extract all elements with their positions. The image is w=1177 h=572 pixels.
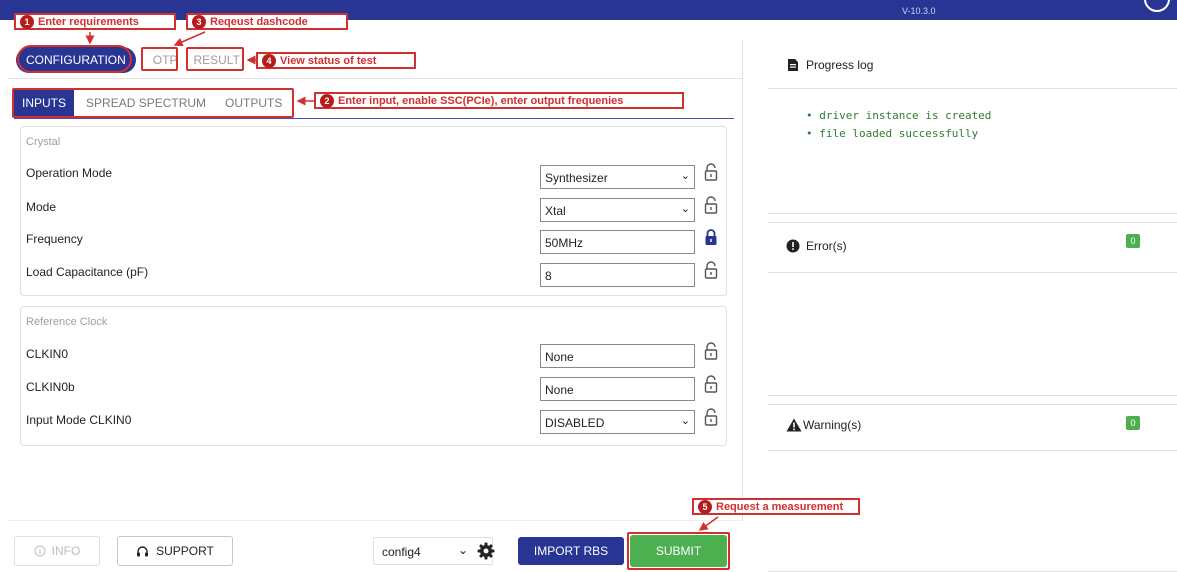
arrow-3 — [173, 31, 206, 47]
annotation-arrows — [85, 31, 719, 531]
arrow-5 — [698, 516, 719, 531]
